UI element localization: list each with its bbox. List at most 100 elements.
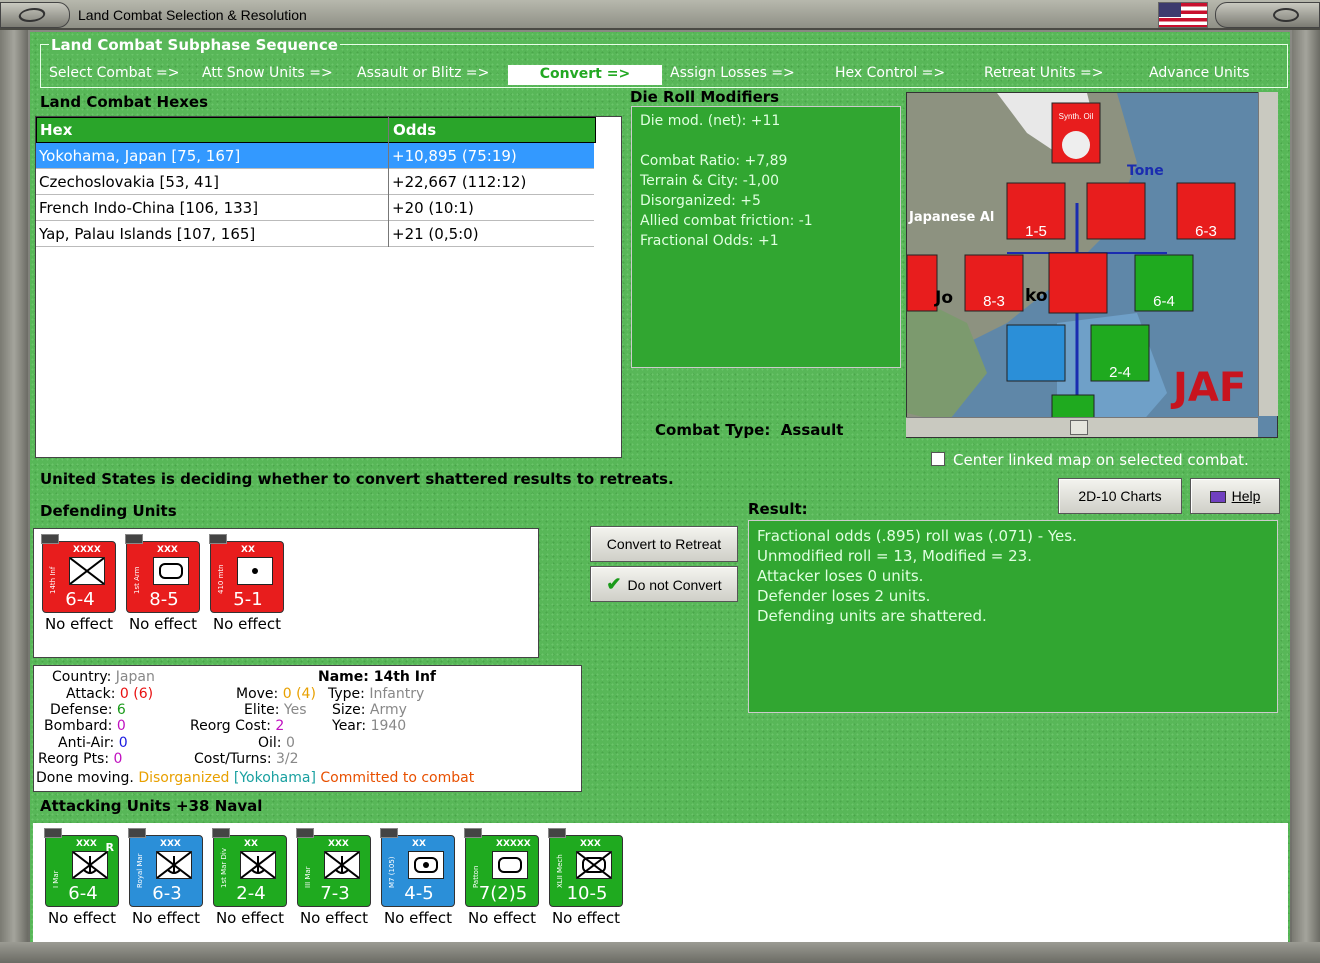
unit-stat: 4-5 bbox=[404, 883, 434, 904]
combat-type: Combat Type: Assault bbox=[655, 421, 843, 439]
modifier-line: Terrain & City: -1,00 bbox=[640, 173, 780, 189]
unit-counter[interactable]: XXX XLII Mech 10-5 bbox=[548, 828, 623, 907]
table-row[interactable]: French Indo-China [106, 133] +20 (10:1) bbox=[36, 195, 594, 221]
unit-counter[interactable]: XXXXX Patton 7(2)5 bbox=[464, 828, 539, 907]
scroll-thumb[interactable] bbox=[1070, 420, 1088, 435]
unit-size: XXX bbox=[160, 839, 181, 849]
do-not-convert-button[interactable]: ✔ Do not Convert bbox=[590, 566, 738, 602]
result-line: Defender loses 2 units. bbox=[757, 587, 931, 605]
linked-map[interactable]: 1-5 6-3 8-3 6-4 2-4 Synth. Oil Japanese … bbox=[906, 92, 1278, 438]
unit-size: XXXXX bbox=[496, 839, 531, 849]
step-retreat: Retreat Units => bbox=[984, 65, 1104, 81]
name-value: 14th Inf bbox=[373, 669, 437, 685]
name-key: Name: bbox=[318, 669, 369, 685]
help-button[interactable]: Help bbox=[1190, 478, 1280, 514]
checkmark-icon: ✔ bbox=[606, 574, 622, 594]
unit-name: 410 mtn bbox=[217, 564, 225, 594]
armor-icon bbox=[492, 851, 528, 879]
step-hex-control: Hex Control => bbox=[835, 65, 946, 81]
unit-effect: No effect bbox=[467, 909, 537, 927]
center-map-checkbox[interactable] bbox=[931, 452, 945, 466]
type-value: Infantry bbox=[369, 686, 425, 702]
unit-effect: No effect bbox=[299, 909, 369, 927]
window-close-icon[interactable] bbox=[1215, 2, 1320, 28]
size-value: Army bbox=[369, 702, 407, 718]
unit-counter[interactable]: XXX III Mar 7-3 bbox=[296, 828, 371, 907]
attacking-label: Attacking Units +38 Naval bbox=[40, 797, 263, 815]
unit-counter[interactable]: XX 1st Mar Div 2-4 bbox=[212, 828, 287, 907]
combat-type-value: Assault bbox=[780, 421, 844, 439]
unit-counter[interactable]: XX M7 (105) 4-5 bbox=[380, 828, 455, 907]
unit-counter[interactable]: XXX 1st Arm 8-5 bbox=[125, 534, 200, 613]
year-key: Year: bbox=[332, 718, 367, 734]
unit-size: XXX bbox=[157, 545, 178, 555]
unit-size: XX bbox=[244, 839, 258, 849]
map-label: ko bbox=[1025, 286, 1048, 306]
map-vertical-scrollbar[interactable] bbox=[1258, 92, 1278, 416]
unit-size: XXX bbox=[580, 839, 601, 849]
column-divider bbox=[388, 117, 389, 247]
country-value: Japan bbox=[115, 669, 155, 685]
counter-flag-icon bbox=[548, 828, 566, 838]
unit-size: XX bbox=[241, 545, 255, 555]
unit-name: Royal Mar bbox=[136, 853, 144, 888]
counter-flag-icon bbox=[209, 534, 227, 544]
marine-icon bbox=[240, 851, 276, 879]
hex-cell: Yap, Palau Islands [107, 165] bbox=[39, 225, 256, 243]
result-line: Defending units are shattered. bbox=[757, 607, 987, 625]
modifiers-box: Die mod. (net): +11 Combat Ratio: +7,89 … bbox=[631, 106, 901, 368]
counter-flag-icon bbox=[41, 534, 59, 544]
col-odds[interactable]: Odds bbox=[393, 121, 436, 139]
reorgcost-key: Reorg Cost: bbox=[190, 718, 271, 734]
mech-infantry-icon bbox=[576, 851, 612, 879]
unit-counter[interactable]: XXX Royal Mar 6-3 bbox=[128, 828, 203, 907]
type-key: Type: bbox=[328, 686, 365, 702]
odds-cell: +10,895 (75:19) bbox=[392, 147, 517, 165]
map-label: Synth. Oil bbox=[1059, 112, 1094, 121]
unit-counter[interactable]: XXX R I Mar 6-4 bbox=[44, 828, 119, 907]
odds-cell: +20 (10:1) bbox=[392, 199, 474, 217]
table-row[interactable]: Yokohama, Japan [75, 167] +10,895 (75:19… bbox=[36, 143, 594, 169]
unit-effect: No effect bbox=[44, 615, 114, 633]
step-convert: Convert => bbox=[508, 65, 662, 85]
move-value: 0 bbox=[282, 686, 292, 702]
combat-type-label: Combat Type: bbox=[655, 421, 771, 439]
window-menu-icon[interactable] bbox=[0, 2, 70, 28]
convert-to-retreat-button[interactable]: Convert to Retreat bbox=[590, 526, 738, 562]
result-line: Fractional odds (.895) roll was (.071) -… bbox=[757, 527, 1077, 545]
unit-name: M7 (105) bbox=[388, 856, 396, 888]
reorg-value: 0 bbox=[113, 751, 123, 767]
oil-key: Oil: bbox=[258, 735, 282, 751]
unit-effect: No effect bbox=[128, 615, 198, 633]
map-label: Tone bbox=[1127, 163, 1164, 179]
unit-name: Patton bbox=[472, 865, 480, 888]
unit-size: XXX bbox=[76, 839, 97, 849]
unit-counter[interactable]: XX 410 mtn 5-1 bbox=[209, 534, 284, 613]
map-counter-stat: 8-3 bbox=[983, 293, 1005, 310]
unit-stat: 7(2)5 bbox=[478, 883, 528, 904]
defense-value: 6 bbox=[116, 702, 126, 718]
counter-flag-icon bbox=[296, 828, 314, 838]
attack-value: 0 bbox=[119, 686, 129, 702]
col-hex[interactable]: Hex bbox=[40, 121, 72, 139]
counter-flag-icon bbox=[44, 828, 62, 838]
done-moving: Done moving. bbox=[36, 770, 134, 786]
right-border bbox=[1292, 30, 1320, 942]
unit-counter[interactable]: XXXX 14th Inf 6-4 bbox=[41, 534, 116, 613]
status-message: United States is deciding whether to con… bbox=[40, 470, 674, 488]
counter-flag-icon bbox=[128, 828, 146, 838]
odds-cell: +21 (0,5:0) bbox=[392, 225, 479, 243]
unit-stat: 7-3 bbox=[320, 883, 350, 904]
left-border bbox=[0, 30, 28, 942]
combat-hex-table[interactable]: Hex Odds Yokohama, Japan [75, 167] +10,8… bbox=[35, 116, 622, 458]
unit-stat: 6-3 bbox=[152, 883, 182, 904]
reorg-key: Reorg Pts: bbox=[38, 751, 110, 767]
map-horizontal-scrollbar[interactable] bbox=[906, 417, 1258, 437]
reorgcost-value: 2 bbox=[275, 718, 285, 734]
charts-button[interactable]: 2D-10 Charts bbox=[1058, 478, 1182, 514]
country-key: Country: bbox=[52, 669, 112, 685]
result-line: Attacker loses 0 units. bbox=[757, 567, 924, 585]
table-row[interactable]: Yap, Palau Islands [107, 165] +21 (0,5:0… bbox=[36, 221, 594, 247]
do-not-convert-label: Do not Convert bbox=[627, 577, 722, 593]
table-row[interactable]: Czechoslovakia [53, 41] +22,667 (112:12) bbox=[36, 169, 594, 195]
